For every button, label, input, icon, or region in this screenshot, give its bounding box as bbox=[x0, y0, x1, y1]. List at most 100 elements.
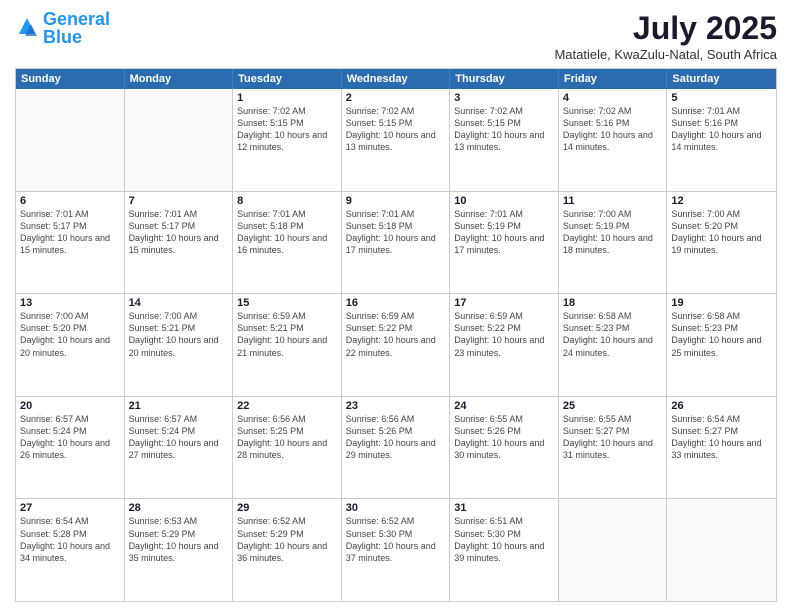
day-number: 16 bbox=[346, 297, 446, 309]
day-detail: Sunrise: 6:58 AM Sunset: 5:23 PM Dayligh… bbox=[671, 310, 772, 359]
calendar-cell: 20Sunrise: 6:57 AM Sunset: 5:24 PM Dayli… bbox=[16, 397, 125, 499]
day-number: 11 bbox=[563, 195, 663, 207]
day-number: 9 bbox=[346, 195, 446, 207]
day-detail: Sunrise: 6:55 AM Sunset: 5:27 PM Dayligh… bbox=[563, 413, 663, 462]
calendar-cell: 5Sunrise: 7:01 AM Sunset: 5:16 PM Daylig… bbox=[667, 89, 776, 191]
logo-blue: Blue bbox=[43, 27, 82, 47]
day-number: 14 bbox=[129, 297, 229, 309]
day-detail: Sunrise: 7:02 AM Sunset: 5:15 PM Dayligh… bbox=[237, 105, 337, 154]
day-detail: Sunrise: 6:59 AM Sunset: 5:21 PM Dayligh… bbox=[237, 310, 337, 359]
calendar-cell: 10Sunrise: 7:01 AM Sunset: 5:19 PM Dayli… bbox=[450, 192, 559, 294]
day-number: 31 bbox=[454, 502, 554, 514]
calendar-cell: 4Sunrise: 7:02 AM Sunset: 5:16 PM Daylig… bbox=[559, 89, 668, 191]
logo-text: General Blue bbox=[43, 10, 110, 46]
calendar-cell: 2Sunrise: 7:02 AM Sunset: 5:15 PM Daylig… bbox=[342, 89, 451, 191]
calendar-cell: 19Sunrise: 6:58 AM Sunset: 5:23 PM Dayli… bbox=[667, 294, 776, 396]
header-cell-saturday: Saturday bbox=[667, 69, 776, 89]
day-detail: Sunrise: 7:01 AM Sunset: 5:18 PM Dayligh… bbox=[237, 208, 337, 257]
calendar-row: 27Sunrise: 6:54 AM Sunset: 5:28 PM Dayli… bbox=[16, 499, 776, 601]
header-cell-thursday: Thursday bbox=[450, 69, 559, 89]
day-number: 3 bbox=[454, 92, 554, 104]
day-detail: Sunrise: 6:57 AM Sunset: 5:24 PM Dayligh… bbox=[20, 413, 120, 462]
header: General Blue July 2025 Matatiele, KwaZul… bbox=[15, 10, 777, 62]
calendar-row: 13Sunrise: 7:00 AM Sunset: 5:20 PM Dayli… bbox=[16, 294, 776, 397]
calendar-subtitle: Matatiele, KwaZulu-Natal, South Africa bbox=[554, 47, 777, 62]
day-number: 22 bbox=[237, 400, 337, 412]
title-block: July 2025 Matatiele, KwaZulu-Natal, Sout… bbox=[554, 10, 777, 62]
day-number: 19 bbox=[671, 297, 772, 309]
calendar-cell: 3Sunrise: 7:02 AM Sunset: 5:15 PM Daylig… bbox=[450, 89, 559, 191]
calendar: SundayMondayTuesdayWednesdayThursdayFrid… bbox=[15, 68, 777, 602]
header-cell-tuesday: Tuesday bbox=[233, 69, 342, 89]
day-number: 25 bbox=[563, 400, 663, 412]
day-number: 4 bbox=[563, 92, 663, 104]
day-detail: Sunrise: 7:00 AM Sunset: 5:19 PM Dayligh… bbox=[563, 208, 663, 257]
calendar-title: July 2025 bbox=[554, 10, 777, 47]
calendar-cell: 12Sunrise: 7:00 AM Sunset: 5:20 PM Dayli… bbox=[667, 192, 776, 294]
calendar-cell: 30Sunrise: 6:52 AM Sunset: 5:30 PM Dayli… bbox=[342, 499, 451, 601]
calendar-cell: 7Sunrise: 7:01 AM Sunset: 5:17 PM Daylig… bbox=[125, 192, 234, 294]
day-number: 24 bbox=[454, 400, 554, 412]
header-cell-friday: Friday bbox=[559, 69, 668, 89]
logo: General Blue bbox=[15, 10, 110, 46]
calendar-cell: 8Sunrise: 7:01 AM Sunset: 5:18 PM Daylig… bbox=[233, 192, 342, 294]
calendar-cell: 26Sunrise: 6:54 AM Sunset: 5:27 PM Dayli… bbox=[667, 397, 776, 499]
calendar-cell: 24Sunrise: 6:55 AM Sunset: 5:26 PM Dayli… bbox=[450, 397, 559, 499]
day-detail: Sunrise: 6:55 AM Sunset: 5:26 PM Dayligh… bbox=[454, 413, 554, 462]
calendar-cell: 11Sunrise: 7:00 AM Sunset: 5:19 PM Dayli… bbox=[559, 192, 668, 294]
day-number: 29 bbox=[237, 502, 337, 514]
calendar-cell: 6Sunrise: 7:01 AM Sunset: 5:17 PM Daylig… bbox=[16, 192, 125, 294]
day-detail: Sunrise: 6:56 AM Sunset: 5:25 PM Dayligh… bbox=[237, 413, 337, 462]
day-number: 13 bbox=[20, 297, 120, 309]
calendar-cell: 17Sunrise: 6:59 AM Sunset: 5:22 PM Dayli… bbox=[450, 294, 559, 396]
calendar-cell: 16Sunrise: 6:59 AM Sunset: 5:22 PM Dayli… bbox=[342, 294, 451, 396]
day-number: 12 bbox=[671, 195, 772, 207]
day-number: 7 bbox=[129, 195, 229, 207]
calendar-cell: 13Sunrise: 7:00 AM Sunset: 5:20 PM Dayli… bbox=[16, 294, 125, 396]
day-detail: Sunrise: 6:56 AM Sunset: 5:26 PM Dayligh… bbox=[346, 413, 446, 462]
calendar-cell bbox=[125, 89, 234, 191]
day-number: 18 bbox=[563, 297, 663, 309]
day-detail: Sunrise: 7:00 AM Sunset: 5:20 PM Dayligh… bbox=[671, 208, 772, 257]
calendar-cell: 25Sunrise: 6:55 AM Sunset: 5:27 PM Dayli… bbox=[559, 397, 668, 499]
day-number: 27 bbox=[20, 502, 120, 514]
day-detail: Sunrise: 6:52 AM Sunset: 5:30 PM Dayligh… bbox=[346, 515, 446, 564]
day-detail: Sunrise: 6:57 AM Sunset: 5:24 PM Dayligh… bbox=[129, 413, 229, 462]
day-number: 23 bbox=[346, 400, 446, 412]
day-number: 20 bbox=[20, 400, 120, 412]
day-detail: Sunrise: 6:59 AM Sunset: 5:22 PM Dayligh… bbox=[346, 310, 446, 359]
day-detail: Sunrise: 7:00 AM Sunset: 5:21 PM Dayligh… bbox=[129, 310, 229, 359]
day-number: 8 bbox=[237, 195, 337, 207]
day-detail: Sunrise: 7:01 AM Sunset: 5:16 PM Dayligh… bbox=[671, 105, 772, 154]
day-number: 26 bbox=[671, 400, 772, 412]
day-detail: Sunrise: 7:02 AM Sunset: 5:16 PM Dayligh… bbox=[563, 105, 663, 154]
header-cell-monday: Monday bbox=[125, 69, 234, 89]
day-number: 5 bbox=[671, 92, 772, 104]
calendar-header-row: SundayMondayTuesdayWednesdayThursdayFrid… bbox=[16, 69, 776, 89]
day-number: 17 bbox=[454, 297, 554, 309]
day-number: 28 bbox=[129, 502, 229, 514]
day-number: 15 bbox=[237, 297, 337, 309]
calendar-cell: 21Sunrise: 6:57 AM Sunset: 5:24 PM Dayli… bbox=[125, 397, 234, 499]
calendar-row: 1Sunrise: 7:02 AM Sunset: 5:15 PM Daylig… bbox=[16, 89, 776, 192]
calendar-cell: 1Sunrise: 7:02 AM Sunset: 5:15 PM Daylig… bbox=[233, 89, 342, 191]
day-detail: Sunrise: 6:54 AM Sunset: 5:27 PM Dayligh… bbox=[671, 413, 772, 462]
day-detail: Sunrise: 6:51 AM Sunset: 5:30 PM Dayligh… bbox=[454, 515, 554, 564]
logo-general: General bbox=[43, 9, 110, 29]
day-detail: Sunrise: 7:01 AM Sunset: 5:19 PM Dayligh… bbox=[454, 208, 554, 257]
day-detail: Sunrise: 6:53 AM Sunset: 5:29 PM Dayligh… bbox=[129, 515, 229, 564]
page: General Blue July 2025 Matatiele, KwaZul… bbox=[0, 0, 792, 612]
calendar-row: 6Sunrise: 7:01 AM Sunset: 5:17 PM Daylig… bbox=[16, 192, 776, 295]
calendar-cell: 9Sunrise: 7:01 AM Sunset: 5:18 PM Daylig… bbox=[342, 192, 451, 294]
calendar-cell bbox=[667, 499, 776, 601]
calendar-cell: 23Sunrise: 6:56 AM Sunset: 5:26 PM Dayli… bbox=[342, 397, 451, 499]
header-cell-wednesday: Wednesday bbox=[342, 69, 451, 89]
calendar-cell: 27Sunrise: 6:54 AM Sunset: 5:28 PM Dayli… bbox=[16, 499, 125, 601]
day-detail: Sunrise: 7:01 AM Sunset: 5:17 PM Dayligh… bbox=[20, 208, 120, 257]
day-number: 2 bbox=[346, 92, 446, 104]
calendar-row: 20Sunrise: 6:57 AM Sunset: 5:24 PM Dayli… bbox=[16, 397, 776, 500]
logo-icon bbox=[15, 16, 39, 40]
day-detail: Sunrise: 7:02 AM Sunset: 5:15 PM Dayligh… bbox=[346, 105, 446, 154]
calendar-cell: 18Sunrise: 6:58 AM Sunset: 5:23 PM Dayli… bbox=[559, 294, 668, 396]
calendar-cell: 15Sunrise: 6:59 AM Sunset: 5:21 PM Dayli… bbox=[233, 294, 342, 396]
